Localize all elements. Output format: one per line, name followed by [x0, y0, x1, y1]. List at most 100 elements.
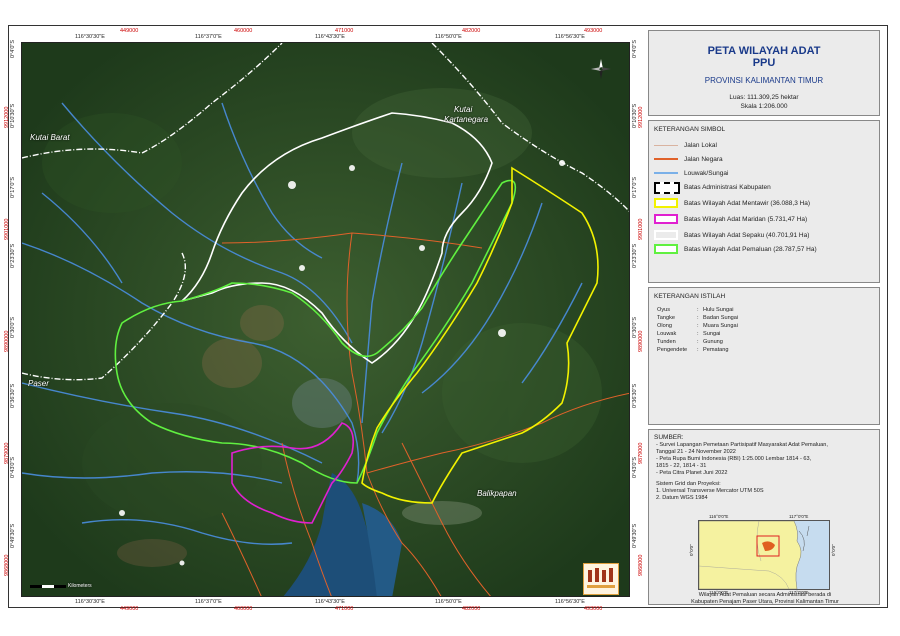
- map-graphics: [22, 43, 629, 596]
- scale-bar-label: Kilometers: [68, 583, 92, 589]
- left-coord-7: 0°43'0"S: [10, 456, 16, 478]
- source-line: - Peta Citra Planet Juni 2022: [656, 470, 728, 476]
- left-coord-3: 0°17'0"S: [10, 176, 16, 198]
- left-coord-5: 0°30'0"S: [10, 316, 16, 338]
- grid-line: 1. Universal Transverse Mercator UTM 50S: [656, 488, 764, 494]
- top-utm-1: 449000: [120, 28, 139, 34]
- term-row: Louwak: Sungai: [657, 331, 721, 337]
- inset-top-coord-2: 117°0'0"E: [789, 514, 809, 519]
- river-symbol: [654, 168, 678, 178]
- inset-area: 116°0'0"E 117°0'0"E 116°0'0"E 117°0'0"E …: [649, 504, 881, 606]
- label-kutai: Kutai: [454, 105, 473, 114]
- organization-logo: [583, 563, 619, 595]
- top-coord-4: 116°50'0"E: [435, 34, 462, 40]
- label-kutai-barat: Kutai Barat: [30, 133, 70, 142]
- label-paser: Paser: [28, 379, 49, 388]
- left-coord-1: 0°4'0"S: [10, 39, 16, 58]
- right-coord-3: 0°17'0"S: [632, 176, 638, 198]
- bottom-utm-3: 471000: [335, 606, 354, 612]
- top-utm-2: 460000: [234, 28, 253, 34]
- terms-panel: KETERANGAN ISTILAH Oyus: Hulu Sungai Tang…: [648, 287, 880, 425]
- inset-caption-2: Kabupaten Penajam Paser Utara, Provinsi …: [691, 599, 839, 605]
- source-line: Tanggal 21 - 24 November 2022: [656, 449, 736, 455]
- bottom-coord-4: 116°50'0"E: [435, 599, 462, 605]
- inset-top-coord-1: 116°0'0"E: [709, 514, 729, 519]
- inset-left-coord: 0°0'0": [689, 544, 694, 556]
- right-utm-1: 9912000: [638, 106, 644, 128]
- left-utm-3: 9890000: [4, 330, 10, 352]
- left-coord-4: 0°23'30"S: [10, 243, 16, 268]
- legend-item-sungai: Louwak/Sungai: [654, 167, 728, 179]
- source-line: 1815 - 22, 1814 - 31: [656, 463, 707, 469]
- pemaluan-symbol: [654, 244, 678, 254]
- top-coord-2: 116°37'0"E: [195, 34, 222, 40]
- source-line: - Survei Lapangan Pemetaan Partisipatif …: [656, 442, 828, 448]
- admin-boundary-symbol: [654, 182, 680, 194]
- left-utm-5: 9868000: [4, 554, 10, 576]
- right-coord-6: 0°36'30"S: [632, 383, 638, 408]
- source-line: - Peta Rupa Bumi Indonesia (RBI) 1:25.00…: [656, 456, 812, 462]
- right-coord-8: 0°49'30"S: [632, 523, 638, 548]
- inset-locator-map: [698, 520, 830, 590]
- bottom-coord-5: 116°56'30"E: [555, 599, 585, 605]
- term-row: Tangke: Badan Sungai: [657, 315, 739, 321]
- mentawir-symbol: [654, 198, 678, 208]
- right-utm-5: 9868000: [638, 554, 644, 576]
- top-coord-5: 116°56'30"E: [555, 34, 585, 40]
- local-road-symbol: [654, 140, 678, 150]
- left-coord-2: 0°10'30"S: [10, 103, 16, 128]
- bottom-coord-3: 116°43'30"E: [315, 599, 345, 605]
- map-subtitle: PPU: [752, 57, 776, 69]
- satellite-map[interactable]: Kutai Barat Kutai Kartanegara Paser Bali…: [21, 42, 630, 597]
- legend-label: Batas Wilayah Adat Maridan (5.731,47 Ha): [684, 215, 808, 223]
- north-arrow-icon: [591, 59, 611, 79]
- term-row: Oyus: Hulu Sungai: [657, 307, 734, 313]
- grid-header: Sistem Grid dan Proyeksi:: [656, 481, 721, 487]
- legend-item-admin: Batas Administrasi Kabupaten: [654, 181, 771, 194]
- legend-item-sepaku: Batas Wilayah Adat Sepaku (40.701,91 Ha): [654, 229, 809, 241]
- left-coord-6: 0°36'30"S: [10, 383, 16, 408]
- source-panel: SUMBER: - Survei Lapangan Pemetaan Parti…: [648, 429, 880, 605]
- map-title: PETA WILAYAH ADAT: [707, 45, 821, 57]
- top-utm-4: 482000: [462, 28, 481, 34]
- sources-header: SUMBER:: [654, 434, 684, 441]
- label-balikpapan: Balikpapan: [477, 489, 517, 498]
- right-utm-2: 9901000: [638, 218, 644, 240]
- national-road-symbol: [654, 154, 678, 164]
- terms-header: KETERANGAN ISTILAH: [654, 293, 726, 300]
- legend-item-jalan-negara: Jalan Negara: [654, 153, 723, 165]
- right-coord-1: 0°4'0"S: [632, 39, 638, 58]
- right-coord-4: 0°23'30"S: [632, 243, 638, 268]
- legend-label: Batas Administrasi Kabupaten: [684, 183, 771, 191]
- left-utm-2: 9901000: [4, 218, 10, 240]
- sepaku-symbol: [654, 230, 678, 240]
- legend-label: Jalan Negara: [684, 155, 723, 163]
- bottom-utm-1: 449000: [120, 606, 139, 612]
- term-row: Pengendete: Pematang: [657, 347, 729, 353]
- top-coord-1: 116°30'30"E: [75, 34, 105, 40]
- legend-item-mentawir: Batas Wilayah Adat Mentawir (36.088,3 Ha…: [654, 197, 810, 209]
- term-row: Olong: Muara Sungai: [657, 323, 738, 329]
- term-row: Tunden: Gunung: [657, 339, 723, 345]
- province-name: PROVINSI KALIMANTAN TIMUR: [704, 76, 824, 85]
- legend-header: KETERANGAN SIMBOL: [654, 126, 726, 133]
- area-text: Luas: 111.309,25 hektar: [729, 94, 799, 101]
- bottom-coord-1: 116°30'30"E: [75, 599, 105, 605]
- top-utm-3: 471000: [335, 28, 354, 34]
- grid-line: 2. Datum WGS 1984: [656, 495, 708, 501]
- legend-item-jalan-lokal: Jalan Lokal: [654, 139, 717, 151]
- legend-item-maridan: Batas Wilayah Adat Maridan (5.731,47 Ha): [654, 213, 807, 225]
- legend-item-pemaluan: Batas Wilayah Adat Pemaluan (28.787,57 H…: [654, 243, 817, 255]
- left-utm-1: 9912000: [4, 106, 10, 128]
- bottom-utm-2: 460000: [234, 606, 253, 612]
- left-coord-8: 0°49'30"S: [10, 523, 16, 548]
- legend-label: Batas Wilayah Adat Pemaluan (28.787,57 H…: [684, 245, 817, 253]
- maridan-symbol: [654, 214, 678, 224]
- bottom-utm-5: 493000: [584, 606, 603, 612]
- top-utm-5: 493000: [584, 28, 603, 34]
- legend-label: Batas Wilayah Adat Mentawir (36.088,3 Ha…: [684, 199, 811, 207]
- right-utm-4: 9879000: [638, 442, 644, 464]
- scale-text: Skala 1:206.000: [740, 103, 788, 110]
- legend-label: Batas Wilayah Adat Sepaku (40.701,91 Ha): [684, 231, 810, 239]
- right-utm-3: 9890000: [638, 330, 644, 352]
